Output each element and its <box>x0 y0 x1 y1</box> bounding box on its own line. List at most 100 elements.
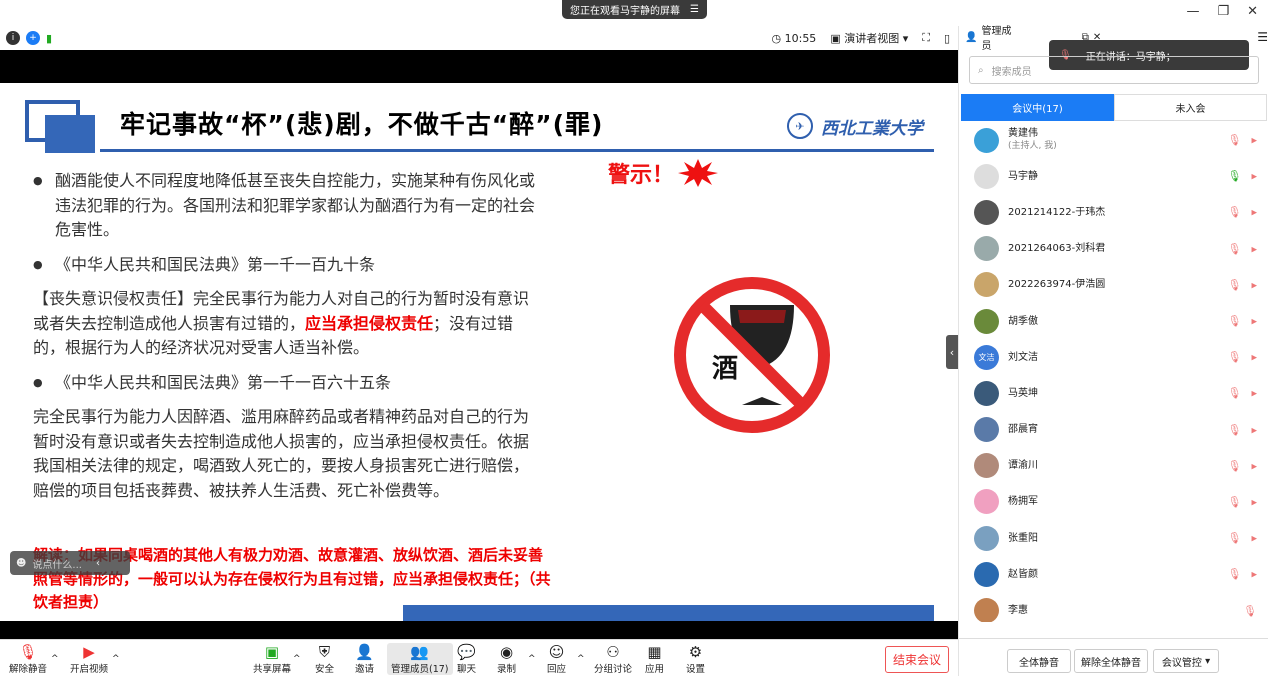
fullscreen-icon[interactable]: ⛶ <box>922 31 930 45</box>
invite-button[interactable]: 👤 邀请 <box>355 643 374 675</box>
share-screen-button[interactable]: ▣ 共享屏幕 <box>253 643 291 675</box>
breakout-button[interactable]: ⚇ 分组讨论 <box>594 643 632 675</box>
camera-off-icon[interactable]: ▸ <box>1251 495 1257 508</box>
end-meeting-button[interactable]: 结束会议 <box>885 646 949 673</box>
chevron-left-icon[interactable]: ‹ <box>96 558 100 569</box>
mic-off-icon[interactable]: 🎙 <box>1228 242 1242 255</box>
mic-off-icon[interactable]: 🎙 <box>1228 134 1242 147</box>
member-row[interactable]: 胡季傲 🎙 ▸ <box>959 303 1268 339</box>
chevron-up-icon[interactable]: ^ <box>293 654 301 664</box>
reactions-button[interactable]: ☺ 回应 <box>547 643 566 675</box>
emoji-icon[interactable]: ☻ <box>16 558 26 569</box>
member-name: 杨拥军 <box>1008 496 1038 508</box>
breakout-icon: ⚇ <box>606 643 620 661</box>
video-button[interactable]: ▶ 开启视频 <box>70 643 108 675</box>
meeting-control-button[interactable]: 会议管控 ▾ <box>1153 649 1219 673</box>
sign-character: 酒 <box>712 354 738 384</box>
mic-on-icon[interactable]: 🎙 <box>1228 170 1242 183</box>
member-row[interactable]: 2021264063-刘科君 🎙 ▸ <box>959 231 1268 267</box>
unmute-all-button[interactable]: 解除全体静音 <box>1074 649 1148 673</box>
collapse-panel-tab[interactable]: ‹ <box>946 335 958 369</box>
avatar <box>974 127 999 153</box>
info-icon[interactable]: i <box>6 31 20 45</box>
members-panel: 👤 管理成员 ⧉ ✕ ☰ 🎙 正在讲话：马宇静； ⌕ 搜索成员 会议中(17) … <box>958 26 1268 676</box>
restore-icon[interactable]: ❐ <box>1217 4 1229 19</box>
chevron-up-icon[interactable]: ^ <box>51 654 59 664</box>
mic-off-icon[interactable]: 🎙 <box>1228 423 1242 436</box>
camera-off-icon[interactable]: ▸ <box>1251 423 1257 436</box>
tab-not-joined[interactable]: 未入会 <box>1114 94 1267 121</box>
members-label: 管理成员(17) <box>391 664 449 675</box>
viewing-banner[interactable]: 您正在观看马宇静的屏幕 ☰ <box>562 0 707 19</box>
menu-icon[interactable]: ☰ <box>1257 30 1268 44</box>
member-row[interactable]: 张重阳 🎙 ▸ <box>959 520 1268 556</box>
member-row[interactable]: 赵皆颜 🎙 ▸ <box>959 556 1268 592</box>
minimize-icon[interactable]: — <box>1186 4 1199 19</box>
mic-off-icon[interactable]: 🎙 <box>1243 604 1257 617</box>
camera-off-icon[interactable]: ▸ <box>1251 568 1257 581</box>
mic-off-icon[interactable]: 🎙 <box>1228 387 1242 400</box>
camera-off-icon[interactable]: ▸ <box>1251 387 1257 400</box>
member-info: 马宇静 <box>1008 170 1038 183</box>
mic-off-icon[interactable]: 🎙 <box>1228 495 1242 508</box>
camera-off-icon[interactable]: ▸ <box>1251 206 1257 219</box>
member-row[interactable]: 黄建伟 (主持人, 我) 🎙 ▸ <box>959 122 1268 158</box>
title-underline <box>100 149 934 152</box>
camera-off-icon[interactable]: ▸ <box>1251 532 1257 545</box>
camera-off-icon[interactable]: ▸ <box>1251 315 1257 328</box>
chat-button[interactable]: 💬 聊天 <box>457 643 476 675</box>
member-status-icons: 🎙 ▸ <box>1228 351 1258 364</box>
clock-icon: ◷ 10:55 <box>771 31 817 45</box>
manage-members-button[interactable]: 👥 管理成员(17) <box>387 643 453 675</box>
bullet-2-text: 《中华人民共和国民法典》第一千一百九十条 <box>55 255 376 274</box>
member-row[interactable]: 2022263974-伊浩圆 🎙 ▸ <box>959 267 1268 303</box>
chevron-up-icon[interactable]: ^ <box>112 654 120 664</box>
slide-title: 牢记事故“杯”(悲)剧，不做千古“醉”(罪) <box>120 110 604 139</box>
sidebar-toggle-icon[interactable]: ▯ <box>944 32 950 45</box>
member-info: 张重阳 <box>1008 532 1038 545</box>
menu-icon[interactable]: ☰ <box>690 4 699 15</box>
camera-off-icon[interactable]: ▸ <box>1251 170 1257 183</box>
member-row[interactable]: 文洁 刘文洁 🎙 ▸ <box>959 339 1268 375</box>
member-row[interactable]: 邵晨宵 🎙 ▸ <box>959 412 1268 448</box>
member-row[interactable]: 谭渝川 🎙 ▸ <box>959 448 1268 484</box>
mic-off-icon[interactable]: 🎙 <box>1228 459 1242 472</box>
mic-off-icon[interactable]: 🎙 <box>1228 278 1242 291</box>
mute-all-button[interactable]: 全体静音 <box>1007 649 1071 673</box>
tab-in-meeting[interactable]: 会议中(17) <box>961 94 1114 121</box>
mic-off-icon[interactable]: 🎙 <box>1228 206 1242 219</box>
member-row[interactable]: 马英坤 🎙 ▸ <box>959 375 1268 411</box>
close-icon[interactable]: ✕ <box>1247 4 1258 19</box>
avatar <box>974 163 999 189</box>
camera-off-icon[interactable]: ▸ <box>1251 134 1257 147</box>
comment-input[interactable]: ☻ 说点什么... ‹ <box>10 551 130 575</box>
camera-off-icon: ▶ <box>83 643 95 661</box>
member-row[interactable]: 马宇静 🎙 ▸ <box>959 158 1268 194</box>
apps-button[interactable]: ▦ 应用 <box>645 643 664 675</box>
security-button[interactable]: ⛨ 安全 <box>315 643 334 675</box>
camera-off-icon[interactable]: ▸ <box>1251 242 1257 255</box>
record-label: 录制 <box>497 664 517 675</box>
chevron-up-icon[interactable]: ^ <box>528 654 536 664</box>
mic-off-icon[interactable]: 🎙 <box>1228 532 1242 545</box>
mic-off-icon[interactable]: 🎙 <box>1228 351 1242 364</box>
view-mode-select[interactable]: ▣ 演讲者视图 ▾ <box>830 30 908 46</box>
camera-off-icon[interactable]: ▸ <box>1251 278 1257 291</box>
member-row[interactable]: 杨拥军 🎙 ▸ <box>959 484 1268 520</box>
member-row[interactable]: 李惠 🎙 <box>959 592 1268 622</box>
mic-off-icon[interactable]: 🎙 <box>1228 568 1242 581</box>
chevron-up-icon[interactable]: ^ <box>577 654 585 664</box>
mic-off-icon[interactable]: 🎙 <box>1228 315 1242 328</box>
camera-off-icon[interactable]: ▸ <box>1251 351 1257 364</box>
member-search-input[interactable]: ⌕ 搜索成员 <box>969 56 1259 84</box>
unmute-button[interactable]: 🎙 解除静音 <box>9 643 47 675</box>
signal-icon[interactable]: ▮ <box>46 32 52 45</box>
avatar <box>974 236 999 262</box>
shield-icon[interactable]: + <box>26 31 40 45</box>
record-button[interactable]: ◉ 录制 <box>497 643 516 675</box>
member-row[interactable]: 2021214122-于玮杰 🎙 ▸ <box>959 194 1268 230</box>
letterbox-bottom <box>0 621 958 639</box>
settings-button[interactable]: ⚙ 设置 <box>686 643 705 675</box>
camera-off-icon[interactable]: ▸ <box>1251 459 1257 472</box>
member-list: 黄建伟 (主持人, 我) 🎙 ▸ 马宇静 🎙 ▸ 2021214122-于玮杰 🎙 ▸ 202126… <box>959 122 1268 622</box>
